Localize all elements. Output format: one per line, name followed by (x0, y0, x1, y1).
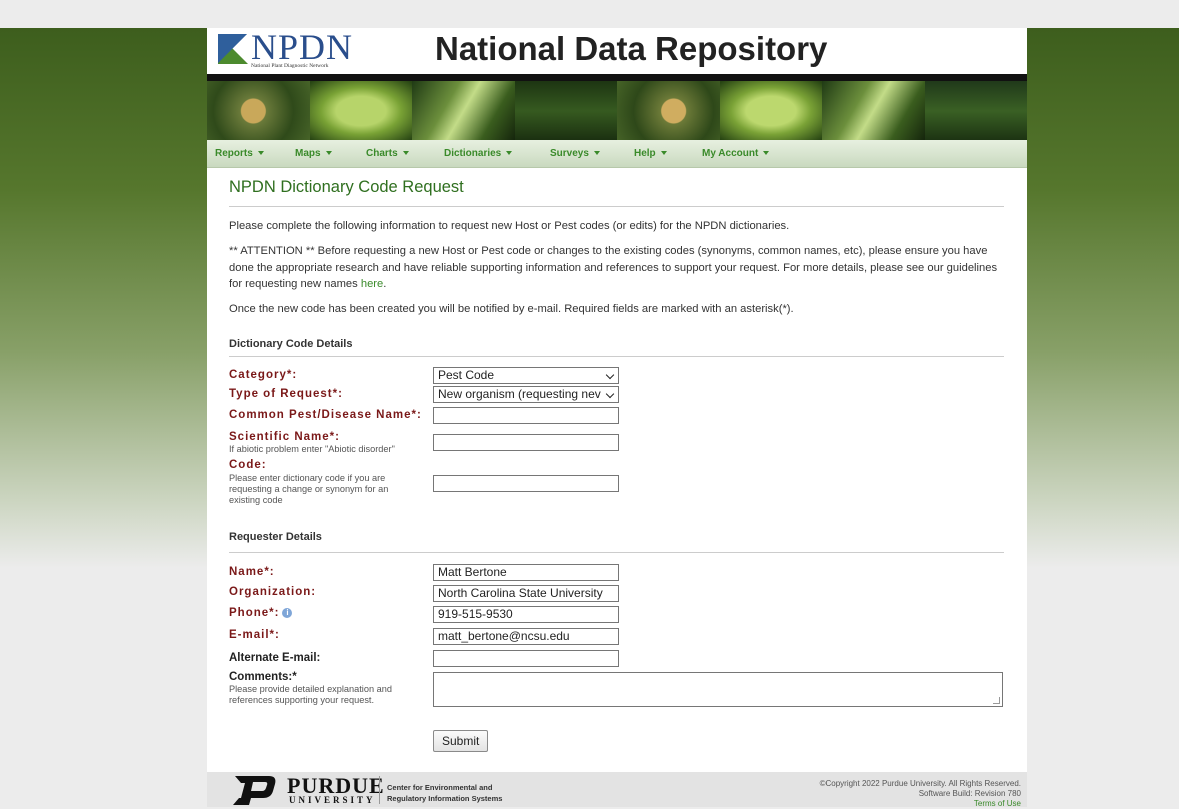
banner-photo-leaf (719, 81, 822, 141)
center-name-line: Center for Environmental and (387, 783, 493, 792)
nav-dictionaries[interactable]: Dictionaries (444, 148, 513, 159)
request-type-value: New organism (requesting nev (438, 387, 601, 401)
email-label: E-mail*: (229, 629, 280, 641)
requester-section-title: Requester Details (229, 531, 322, 543)
request-type-label: Type of Request*: (229, 388, 343, 400)
banner-photo-foliage (924, 81, 1027, 141)
copyright-text: ©Copyright 2022 Purdue University. All R… (819, 779, 1021, 788)
attention-body: ** ATTENTION ** Before requesting a new … (229, 245, 998, 290)
intro-text: Please complete the following informatio… (229, 220, 790, 232)
purdue-university-text: UNIVERSITY (289, 795, 376, 805)
copyright-block: ©Copyright 2022 Purdue University. All R… (820, 779, 1021, 809)
attention-end: . (383, 278, 387, 290)
nav-label: Maps (295, 148, 321, 159)
comments-hint: Please provide detailed explanation and (229, 684, 392, 694)
nav-my-account[interactable]: My Account (702, 148, 770, 159)
site-title: National Data Repository (435, 30, 828, 67)
comments-label: Comments:* (229, 671, 297, 683)
nav-surveys[interactable]: Surveys (550, 148, 600, 159)
comments-textarea[interactable] (433, 672, 1003, 707)
code-input[interactable] (433, 475, 619, 492)
footer-divider (379, 776, 380, 804)
scientific-name-input[interactable] (433, 434, 619, 451)
code-hint: requesting a change or synonym for an (229, 484, 389, 494)
nav-label: Help (634, 148, 656, 159)
chevron-down-icon (402, 151, 409, 156)
nav-help[interactable]: Help (634, 148, 667, 159)
purdue-p-logo-icon (233, 776, 276, 805)
guidelines-link[interactable]: here (361, 278, 383, 290)
chevron-down-icon (763, 151, 770, 156)
category-value: Pest Code (438, 368, 495, 382)
npdn-logo-flag-icon (218, 34, 248, 64)
section-divider (229, 552, 1004, 553)
request-type-select[interactable]: New organism (requesting nev (433, 386, 619, 403)
scientific-name-label: Scientific Name*: (229, 431, 340, 443)
page-title: NPDN Dictionary Code Request (229, 178, 464, 196)
common-name-label: Common Pest/Disease Name*: (229, 409, 422, 421)
site-footer: PURDUE UNIVERSITY Center for Environment… (207, 772, 1027, 809)
chevron-down-icon (593, 151, 600, 156)
organization-label: Organization: (229, 586, 317, 598)
chevron-down-icon (605, 370, 615, 380)
nav-maps[interactable]: Maps (295, 148, 332, 159)
category-select[interactable]: Pest Code (433, 367, 619, 384)
banner-photo-leaves (412, 81, 515, 141)
banner-photos (207, 81, 1027, 141)
nav-label: Dictionaries (444, 148, 502, 159)
comments-hint: references supporting your request. (229, 695, 375, 705)
scientific-name-hint: If abiotic problem enter "Abiotic disord… (229, 444, 395, 454)
section-divider (229, 356, 1004, 357)
code-hint: Please enter dictionary code if you are (229, 473, 386, 483)
chevron-down-icon (257, 151, 264, 156)
page-container: NPDN National Plant Diagnostic Network N… (207, 27, 1027, 809)
chevron-down-icon (325, 151, 332, 156)
banner-photo-pinecone (617, 81, 720, 141)
nav-label: Reports (215, 148, 253, 159)
build-text: Software Build: Revision 780 (918, 789, 1021, 798)
logo-subtitle: National Plant Diagnostic Network (251, 63, 329, 69)
phone-label-text: Phone*: (229, 607, 280, 619)
attention-text: ** ATTENTION ** Before requesting a new … (229, 243, 1009, 293)
banner-photo-leaf (309, 81, 412, 141)
info-icon[interactable]: i (282, 607, 293, 618)
site-header: NPDN National Plant Diagnostic Network N… (207, 27, 1027, 74)
common-name-input[interactable] (433, 407, 619, 424)
banner-photo-leaves (822, 81, 925, 141)
submit-button[interactable]: Submit (433, 730, 489, 752)
chevron-down-icon (660, 151, 667, 156)
nav-charts[interactable]: Charts (366, 148, 409, 159)
title-divider (229, 206, 1004, 207)
center-name: Center for Environmental and Regulatory I… (387, 782, 502, 804)
alt-email-label: Alternate E-mail: (229, 652, 321, 664)
code-label: Code: (229, 459, 267, 471)
npdn-logo[interactable]: NPDN National Plant Diagnostic Network (215, 27, 375, 72)
nav-label: Charts (366, 148, 398, 159)
category-label: Category*: (229, 369, 298, 381)
header-banner (207, 74, 1027, 142)
email-input[interactable]: matt_bertone@ncsu.edu (433, 628, 619, 645)
phone-input[interactable]: 919-515-9530 (433, 606, 619, 623)
nav-label: Surveys (550, 148, 589, 159)
chevron-down-icon (506, 151, 513, 156)
nav-label: My Account (702, 148, 759, 159)
organization-input[interactable]: North Carolina State University (433, 585, 619, 602)
name-input[interactable]: Matt Bertone (433, 564, 619, 581)
notify-text: Once the new code has been created you w… (229, 303, 794, 315)
resize-grip-icon[interactable] (993, 697, 1000, 704)
chevron-down-icon (605, 389, 615, 399)
logo-text: NPDN (251, 27, 354, 67)
main-nav: Reports Maps Charts Dictionaries Surveys… (207, 140, 1027, 168)
center-name-line: Regulatory Information Systems (387, 794, 503, 803)
name-label: Name*: (229, 566, 275, 578)
nav-reports[interactable]: Reports (215, 148, 264, 159)
phone-label: Phone*: i (229, 607, 293, 619)
code-hint: existing code (229, 495, 283, 505)
banner-photo-foliage (514, 81, 617, 141)
dictionary-section-title: Dictionary Code Details (229, 338, 353, 350)
alt-email-input[interactable] (433, 650, 619, 667)
banner-photo-pinecone (207, 81, 310, 141)
